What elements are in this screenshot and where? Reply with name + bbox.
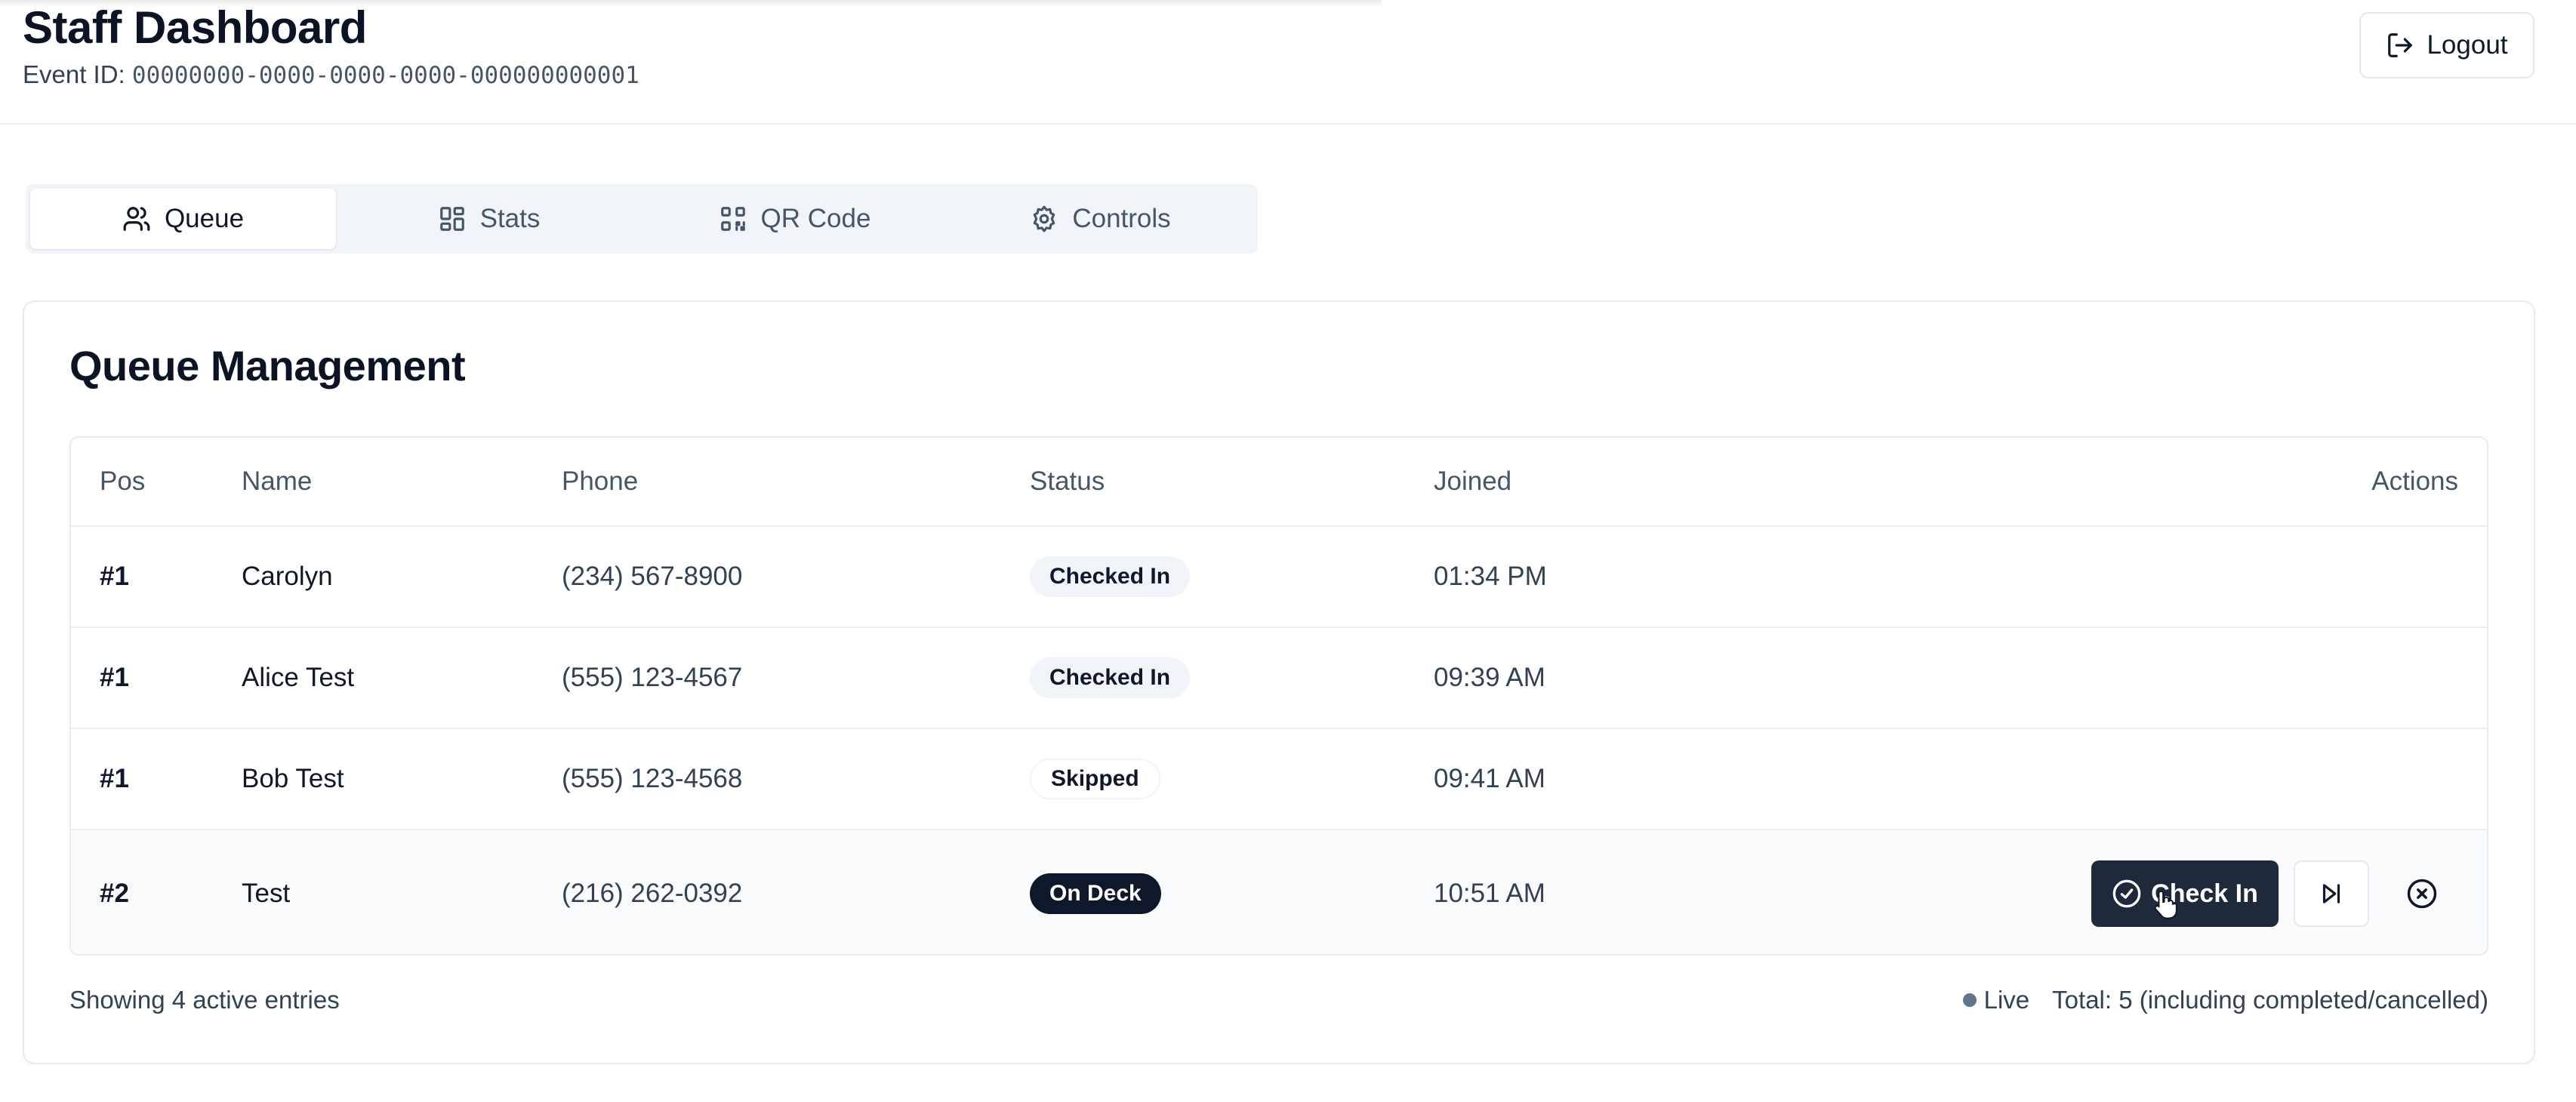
column-header-actions: Actions (2371, 466, 2458, 496)
live-indicator: Live (1962, 986, 2030, 1014)
table-row: #1 Alice Test (555) 123-4567 Checked In … (71, 628, 2487, 729)
qr-code-icon (720, 207, 745, 231)
tab-queue[interactable]: Queue (30, 189, 336, 249)
table-row: #1 Bob Test (555) 123-4568 Skipped 09:41… (71, 729, 2487, 830)
column-header-phone: Phone (562, 466, 639, 496)
column-header-name: Name (242, 466, 313, 496)
logout-button[interactable]: Logout (2359, 12, 2534, 78)
row-joined: 01:34 PM (1434, 562, 1547, 591)
tab-controls-label: Controls (1072, 204, 1171, 233)
row-name: Alice Test (242, 663, 355, 692)
row-phone: (216) 262-0392 (562, 879, 743, 908)
tab-controls[interactable]: Controls (948, 189, 1253, 249)
tab-stats[interactable]: Stats (336, 189, 642, 249)
status-badge: Checked In (1030, 556, 1191, 597)
tab-stats-label: Stats (479, 204, 541, 233)
skip-button[interactable] (2294, 860, 2369, 927)
check-in-button[interactable]: Check In (2091, 860, 2279, 927)
queue-table: Pos Name Phone Status Joined Actions #1 … (69, 436, 2488, 956)
hand-cursor-icon (2154, 890, 2177, 919)
table-header-row: Pos Name Phone Status Joined Actions (71, 438, 2487, 527)
row-status: On Deck (1030, 830, 1161, 954)
row-actions: Check In (2091, 830, 2460, 954)
row-phone: (555) 123-4568 (562, 764, 743, 793)
queue-title: Queue Management (69, 342, 466, 389)
row-position: #1 (100, 764, 129, 793)
dashboard-icon (439, 207, 464, 231)
tab-qr-code[interactable]: QR Code (642, 189, 948, 249)
live-label: Live (1983, 986, 2030, 1014)
total-count: Total: 5 (including completed/cancelled) (2052, 986, 2488, 1014)
row-phone: (555) 123-4567 (562, 663, 743, 692)
status-badge: Skipped (1030, 759, 1160, 799)
row-position: #2 (100, 879, 129, 908)
tab-queue-label: Queue (164, 204, 245, 233)
row-position: #1 (100, 562, 129, 591)
column-header-pos: Pos (100, 466, 146, 496)
row-joined: 09:39 AM (1434, 663, 1545, 692)
tab-list: Queue Stats QR Code Controls (26, 184, 1258, 254)
row-name: Bob Test (242, 764, 344, 793)
column-header-status: Status (1030, 466, 1105, 496)
logout-label: Logout (2427, 30, 2508, 60)
row-joined: 09:41 AM (1434, 764, 1545, 793)
live-dot-icon (1962, 993, 1977, 1007)
cancel-circle-icon (2407, 879, 2437, 909)
tab-qr-code-label: QR Code (760, 204, 871, 233)
users-icon (123, 207, 150, 231)
row-joined: 10:51 AM (1434, 879, 1545, 908)
cancel-button[interactable] (2384, 860, 2460, 927)
row-status: Skipped (1030, 729, 1160, 829)
queue-footer-status: Live Total: 5 (including completed/cance… (1962, 986, 2488, 1014)
row-name: Carolyn (242, 562, 333, 591)
table-row: #2 Test (216) 262-0392 On Deck 10:51 AM … (71, 830, 2487, 954)
table-row: #1 Carolyn (234) 567-8900 Checked In 01:… (71, 527, 2487, 628)
event-id-value: 00000000-0000-0000-0000-000000000001 (131, 62, 639, 89)
queue-card: Queue Management Pos Name Phone Status J… (23, 300, 2535, 1064)
page-title: Staff Dashboard (23, 2, 367, 53)
row-status: Checked In (1030, 628, 1191, 728)
row-position: #1 (100, 663, 129, 692)
event-id-line: Event ID: 00000000-0000-0000-0000-000000… (23, 60, 639, 89)
row-phone: (234) 567-8900 (562, 562, 743, 591)
settings-icon (1034, 205, 1055, 232)
column-header-joined: Joined (1434, 466, 1512, 496)
status-badge: Checked In (1030, 657, 1191, 698)
event-id-label: Event ID: (23, 60, 125, 88)
logout-icon (2388, 33, 2413, 57)
status-badge: On Deck (1030, 873, 1161, 914)
row-name: Test (242, 879, 291, 908)
skip-forward-icon (2322, 884, 2340, 903)
active-entries-count: Showing 4 active entries (69, 986, 340, 1014)
row-status: Checked In (1030, 527, 1191, 626)
header: Staff Dashboard Event ID: 00000000-0000-… (0, 0, 2576, 125)
check-circle-icon (2112, 879, 2141, 908)
